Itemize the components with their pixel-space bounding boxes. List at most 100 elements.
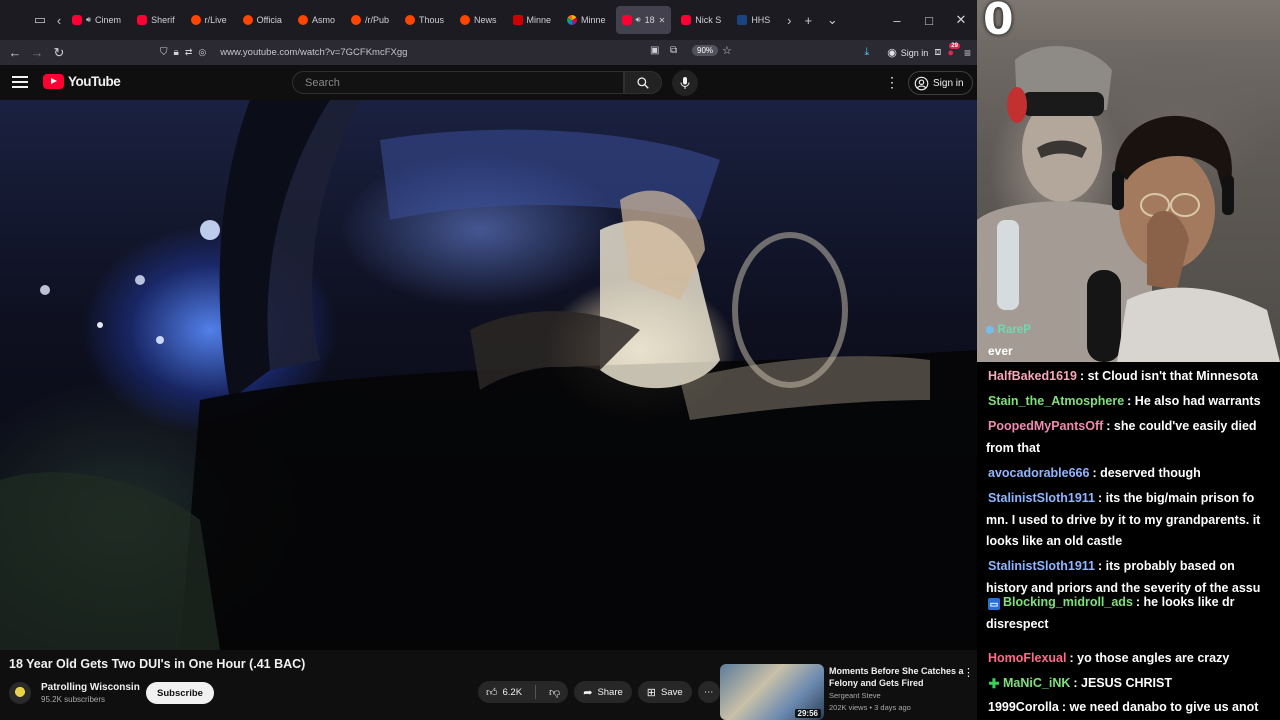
chat-text: : JESUS CHRIST	[1073, 676, 1173, 690]
like-divider	[535, 685, 537, 699]
youtube-logo[interactable]: YouTube	[43, 74, 121, 89]
youtube-favicon-icon	[681, 15, 692, 25]
recommended-channel[interactable]: Sergeant Steve	[829, 691, 881, 700]
recommended-thumbnail[interactable]: 29:56	[720, 664, 824, 720]
chat-username[interactable]: PoopedMyPantsOff	[988, 419, 1103, 433]
reload-icon[interactable]: ↻	[48, 42, 70, 64]
save-icon: ⊞	[646, 686, 657, 699]
channel-name[interactable]: Patrolling Wisconsin	[41, 682, 140, 693]
share-button[interactable]: ➦ Share	[574, 681, 632, 703]
youtube-favicon-icon	[72, 15, 82, 25]
tab-label: Sherif	[151, 15, 175, 25]
browser-tab[interactable]: Officia	[237, 6, 288, 34]
reader-view-icon[interactable]: ▣	[650, 45, 659, 56]
zoom-level[interactable]: 90%	[692, 45, 719, 56]
user-circle-icon	[914, 76, 929, 90]
chat-panel: HalfBaked1619: st Cloud isn't that Minne…	[977, 362, 1280, 720]
tracking-shield-icon[interactable]: ⛉	[160, 47, 168, 58]
chat-username[interactable]: Blocking_midroll_ads	[1003, 595, 1133, 609]
reddit-favicon-icon	[459, 15, 470, 25]
browser-tab[interactable]: Nick S	[675, 6, 727, 34]
chat-text: : he looks like dr	[1135, 595, 1235, 609]
browser-tab[interactable]: 🔊︎ Cinem	[66, 6, 127, 34]
video-player[interactable]	[0, 100, 977, 650]
browser-tab[interactable]: Thous	[399, 6, 450, 34]
account-icon: ◉	[887, 47, 897, 59]
browser-tab[interactable]: News	[454, 6, 503, 34]
chat-text-continuation: looks like an old castle	[986, 534, 1123, 548]
tab-label: Cinem	[95, 15, 122, 25]
chat-text: : its probably based on	[1097, 559, 1235, 573]
channel-avatar[interactable]	[9, 682, 31, 704]
stream-overlay: 0 ❄ RareP ever HalfBaked1619: st Cloud i…	[977, 0, 1280, 720]
browser-tab[interactable]: Sherif	[131, 6, 181, 34]
chat-username[interactable]: HomoFlexual	[988, 651, 1067, 665]
reddit-favicon-icon	[350, 15, 361, 25]
scroll-tabs-left-icon[interactable]: ‹	[52, 8, 66, 32]
extensions-icon[interactable]: ⧈	[934, 46, 941, 59]
chat-username[interactable]: 1999Corolla	[988, 700, 1059, 714]
forward-icon[interactable]: →	[26, 42, 48, 64]
close-tab-icon[interactable]: ✕	[659, 16, 666, 25]
minimize-icon[interactable]: –	[881, 13, 913, 28]
close-window-icon[interactable]: ✕	[945, 12, 977, 28]
youtube-signin-button[interactable]: Sign in	[908, 71, 973, 95]
chat-username[interactable]: MaNiC_iNK	[1003, 676, 1070, 690]
bookmark-star-icon[interactable]: ☆	[722, 44, 732, 57]
browser-tab[interactable]: 🔊︎ 18 ✕	[615, 6, 672, 34]
browser-tab[interactable]: HHS	[731, 6, 776, 34]
account-signin-button[interactable]: ◉ Sign in	[887, 46, 928, 59]
search-button[interactable]	[624, 71, 662, 94]
lock-icon[interactable]: 🔒︎	[174, 47, 179, 58]
partial-message: ever	[988, 344, 1013, 358]
subscribe-button[interactable]: Subscribe	[146, 682, 214, 704]
browser-tab[interactable]: Asmo	[292, 6, 341, 34]
save-button[interactable]: ⊞ Save	[637, 681, 692, 703]
app-menu-icon[interactable]: ≡	[964, 46, 971, 60]
youtube-favicon-icon	[137, 15, 148, 25]
maximize-icon[interactable]: □	[913, 13, 945, 28]
scroll-tabs-right-icon[interactable]: ›	[782, 8, 796, 32]
back-icon[interactable]: ←	[4, 42, 26, 64]
browser-tab[interactable]: Minne	[561, 6, 612, 34]
guide-menu-icon[interactable]	[12, 74, 28, 90]
picture-in-picture-icon[interactable]: ⧉	[670, 45, 677, 56]
dislike-button[interactable]: 👎︎	[541, 681, 568, 703]
tab-strip: 🔊︎ Cinem Sherif r/Live Officia Asmo/r/Pub Thou…	[66, 6, 776, 34]
browser-tab[interactable]: /r/Pub	[345, 6, 395, 34]
reddit-favicon-icon	[190, 15, 201, 25]
youtube-logo-text: YouTube	[68, 74, 121, 89]
like-button[interactable]: 👍︎ 6.2K	[478, 681, 530, 703]
tab-label: News	[473, 15, 497, 25]
chat-username[interactable]: StalinistSloth1911	[988, 491, 1095, 505]
chat-username[interactable]: avocadorable666	[988, 466, 1089, 480]
new-tab-icon[interactable]: +	[796, 8, 820, 32]
notifications-icon[interactable]: ● 29	[947, 42, 960, 59]
permissions-icon[interactable]: ⇄	[185, 47, 193, 58]
list-tabs-icon[interactable]: ⌄	[820, 8, 844, 32]
speaker-icon[interactable]: 🔊︎	[636, 15, 641, 25]
save-label: Save	[661, 686, 683, 698]
recommended-title[interactable]: Moments Before She Catches a Felony and …	[829, 665, 964, 689]
recommended-more-icon[interactable]: ⋮	[963, 666, 974, 679]
speaker-icon[interactable]: 🔊︎	[86, 15, 91, 25]
more-actions-button[interactable]: ⋯	[697, 681, 720, 703]
camera-blocked-icon[interactable]: ◎	[198, 47, 206, 58]
tab-overview-icon[interactable]: ▭	[28, 8, 52, 32]
cnn-favicon-icon	[512, 15, 523, 25]
voice-search-button[interactable]	[672, 70, 698, 96]
search-input[interactable]	[293, 72, 623, 93]
download-icon[interactable]: ⤓	[864, 46, 869, 59]
chat-username[interactable]: HalfBaked1619	[988, 369, 1077, 383]
partial-username: RareP	[997, 324, 1031, 336]
settings-more-icon[interactable]: ⋮	[885, 74, 899, 91]
browser-tab[interactable]: r/Live	[185, 6, 233, 34]
chat-message: avocadorable666: deserved though	[988, 463, 1280, 485]
recommended-video[interactable]: 29:56 Moments Before She Catches a Felon…	[720, 664, 975, 720]
browser-tab[interactable]: Minne	[507, 6, 558, 34]
reddit-favicon-icon	[242, 15, 253, 25]
url-text[interactable]: www.youtube.com/watch?v=7GCFKmcFXgg	[220, 47, 407, 58]
corner-digit: 0	[983, 0, 1014, 45]
chat-username[interactable]: StalinistSloth1911	[988, 559, 1095, 573]
chat-username[interactable]: Stain_the_Atmosphere	[988, 394, 1124, 408]
